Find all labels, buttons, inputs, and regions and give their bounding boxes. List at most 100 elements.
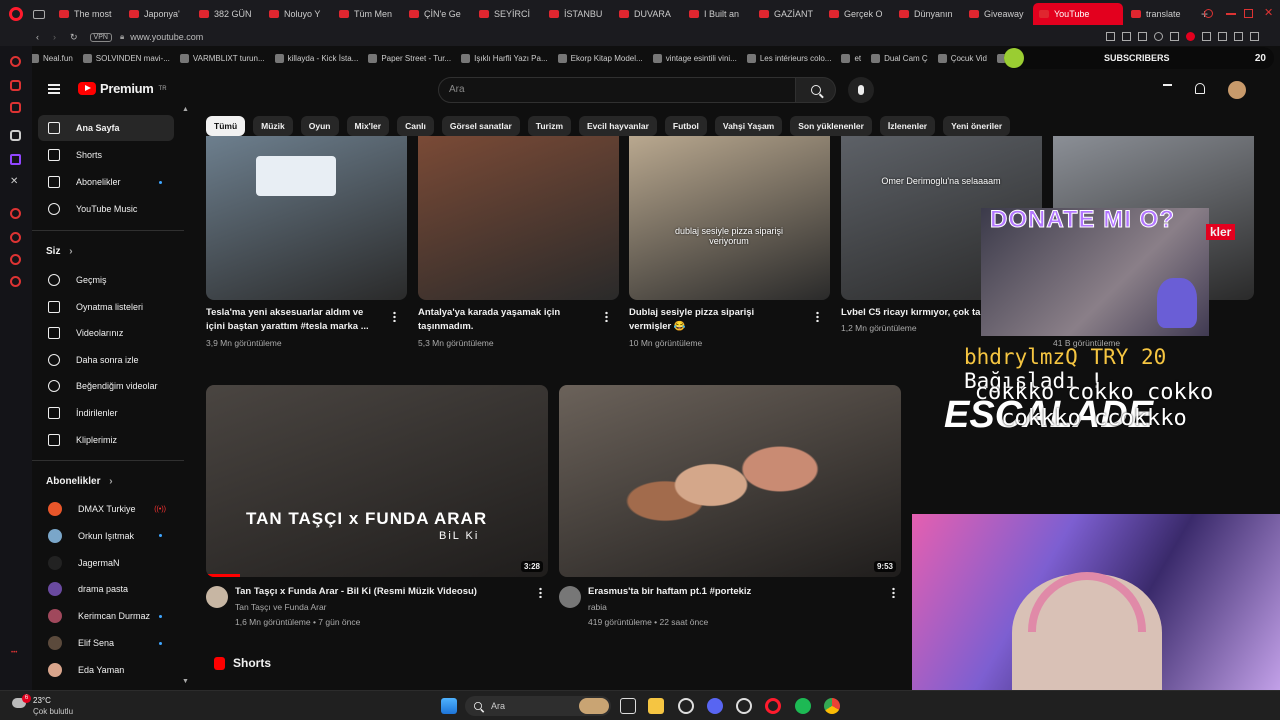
bookmark-icon[interactable]: [1106, 32, 1115, 41]
more-options-icon[interactable]: [605, 311, 608, 322]
x-icon[interactable]: ✕: [10, 176, 21, 187]
opera-taskbar-icon[interactable]: [765, 698, 781, 714]
avatar[interactable]: [1228, 81, 1246, 99]
filter-chip[interactable]: İzlenenler: [879, 116, 936, 136]
sidebar-item[interactable]: İndirilenler: [38, 400, 174, 426]
reload-icon[interactable]: ↻: [70, 32, 78, 43]
channel-avatar[interactable]: [206, 586, 228, 608]
video-title-line2[interactable]: vermişler 😂: [629, 321, 686, 332]
taskbar-search[interactable]: Ara: [465, 696, 611, 716]
history-rail-icon[interactable]: [10, 232, 21, 243]
bookmark-item[interactable]: Çocuk Vid: [937, 53, 987, 63]
heart-icon[interactable]: [1186, 32, 1195, 41]
sidebar-item[interactable]: Abonelikler: [38, 169, 174, 195]
youtube-premium-logo[interactable]: Premium TR: [78, 81, 167, 96]
sidebar-item[interactable]: Ana Sayfa: [38, 115, 174, 141]
browser-tab[interactable]: translate: [1125, 3, 1193, 25]
sidebar-scroll-down-icon[interactable]: ▼: [182, 678, 189, 685]
sidebar-scroll-up-icon[interactable]: ▲: [182, 106, 189, 113]
share-icon[interactable]: [1218, 32, 1227, 41]
spotify-icon[interactable]: [795, 698, 811, 714]
filter-chip[interactable]: Turizm: [527, 116, 571, 136]
back-icon[interactable]: ‹: [36, 32, 39, 42]
close-window-button[interactable]: ✕: [1264, 6, 1273, 19]
bookmark-item[interactable]: vintage esintili vini...: [652, 53, 737, 63]
guide-menu-icon[interactable]: [48, 84, 60, 94]
video-thumbnail[interactable]: dublaj sesiyle pizza siparişi veriyorum: [629, 136, 830, 300]
sidebar-item[interactable]: drama pasta: [38, 576, 174, 602]
browser-tab[interactable]: I Built an: [683, 3, 751, 25]
browser-tab[interactable]: DUVARA: [613, 3, 681, 25]
bookmark-item[interactable]: et: [841, 53, 861, 63]
browser-tab[interactable]: SEYİRCİ: [473, 3, 541, 25]
bookmark-item[interactable]: Dual Cam Ç: [871, 53, 928, 63]
video-title-line2[interactable]: içini baştan yarattım #tesla marka ...: [206, 321, 369, 332]
video-title-line2[interactable]: taşınmadım.: [418, 321, 473, 332]
you-section-header[interactable]: Siz ›: [46, 246, 73, 257]
bookmark-item[interactable]: Ekorp Kitap Model...: [557, 53, 643, 63]
video-thumbnail[interactable]: 9:53: [559, 385, 901, 577]
video-title[interactable]: Tesla'ma yeni aksesuarlar aldım ve: [206, 307, 363, 318]
notifications-icon[interactable]: [1195, 83, 1205, 94]
browser-tab[interactable]: The most: [53, 3, 121, 25]
messenger-icon[interactable]: [10, 80, 21, 91]
video-thumbnail[interactable]: [418, 136, 619, 300]
bookmark-item[interactable]: Işıklı Harfli Yazı Pa...: [461, 53, 548, 63]
filter-chip[interactable]: Futbol: [664, 116, 707, 136]
minimize-button[interactable]: [1226, 13, 1236, 15]
sidebar-item[interactable]: Daha sonra izle: [38, 347, 174, 373]
browser-tab[interactable]: Gerçek O: [823, 3, 891, 25]
video-thumbnail[interactable]: [206, 136, 407, 300]
browser-tab[interactable]: İSTANBU: [543, 3, 611, 25]
sidebar-item[interactable]: Shorts: [38, 142, 174, 168]
wallet-icon[interactable]: [1138, 32, 1147, 41]
video-thumbnail[interactable]: TAN TAŞÇI x FUNDA ARAR BiL Ki 3:28: [206, 385, 548, 577]
obs-icon[interactable]: [736, 698, 752, 714]
aria-icon[interactable]: [10, 56, 21, 67]
settings-icon[interactable]: [678, 698, 694, 714]
extensions-icon[interactable]: [1202, 32, 1211, 41]
filter-chip[interactable]: Son yüklenenler: [790, 116, 872, 136]
filter-chip[interactable]: Evcil hayvanlar: [579, 116, 657, 136]
video-title[interactable]: Lvbel C5 ricayı kırmıyor, çok ta: [841, 307, 980, 318]
vpn-badge[interactable]: VPN: [89, 32, 112, 42]
more-options-icon[interactable]: [892, 587, 895, 598]
camera-icon[interactable]: [1170, 32, 1179, 41]
more-options-icon[interactable]: [539, 587, 542, 598]
browser-tab[interactable]: YouTube: [1033, 3, 1123, 25]
sidebar-item[interactable]: Oynatma listeleri: [38, 294, 174, 320]
search-input[interactable]: Ara: [438, 77, 796, 103]
tab-menu-icon[interactable]: [33, 9, 45, 19]
video-title[interactable]: Erasmus'ta bir haftam pt.1 #portekiz: [588, 585, 878, 599]
filter-chip[interactable]: Yeni öneriler: [943, 116, 1011, 136]
player-rail-icon[interactable]: [10, 208, 21, 219]
box-rail-icon[interactable]: [10, 254, 21, 265]
start-icon[interactable]: [441, 698, 457, 714]
rail-more-icon[interactable]: •••: [11, 650, 17, 656]
discord-icon[interactable]: [707, 698, 723, 714]
more-options-icon[interactable]: [816, 311, 819, 322]
browser-tab[interactable]: Giveaway: [963, 3, 1031, 25]
bookmark-item[interactable]: killayda - Kick İsta...: [274, 53, 358, 63]
chrome-icon[interactable]: [824, 698, 840, 714]
url-field[interactable]: www.youtube.com: [130, 32, 203, 42]
search-button[interactable]: [796, 77, 836, 103]
bookmark-item[interactable]: Paper Street - Tur...: [368, 53, 451, 63]
download-icon[interactable]: [1234, 32, 1243, 41]
sidebar-item[interactable]: Geçmiş: [38, 267, 174, 293]
snapshot-icon[interactable]: [1122, 32, 1131, 41]
sidebar-item[interactable]: Eda Yaman: [38, 657, 174, 683]
create-icon[interactable]: [1163, 84, 1172, 95]
browser-tab[interactable]: GAZİANT: [753, 3, 821, 25]
tab-search-icon[interactable]: [1204, 9, 1213, 18]
channel-name[interactable]: Tan Taşçı ve Funda Arar: [235, 600, 327, 614]
sidebar-item[interactable]: DMAX Turkiye ((•)): [38, 496, 174, 522]
voice-search-button[interactable]: [848, 77, 874, 103]
file-explorer-icon[interactable]: [648, 698, 664, 714]
filter-chip[interactable]: Oyun: [300, 116, 339, 136]
filter-chip[interactable]: Canlı: [397, 116, 434, 136]
opera-logo-icon[interactable]: [9, 7, 23, 21]
instagram-icon[interactable]: [10, 102, 21, 113]
browser-tab[interactable]: Noluyo Y: [263, 3, 331, 25]
filter-chip[interactable]: Vahşi Yaşam: [714, 116, 783, 136]
